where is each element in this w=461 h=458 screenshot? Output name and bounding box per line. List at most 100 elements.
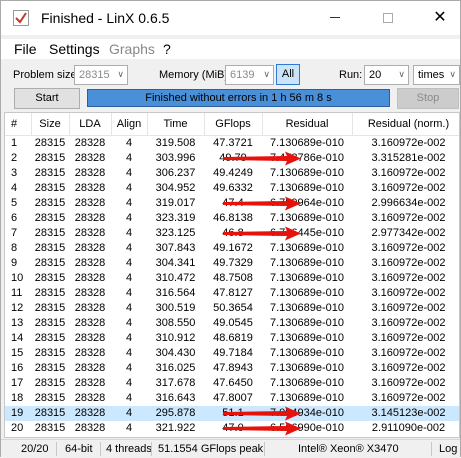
table-cell: 7.130689e-010 [269,167,344,179]
table-cell: 28328 [74,332,106,344]
table-cell: 7.130689e-010 [269,332,344,344]
table-cell: 12 [11,302,24,314]
close-button[interactable]: ✕ [425,7,455,29]
table-cell: 28328 [74,227,106,239]
table-cell: 304.952 [155,182,196,194]
table-cell: 7.130689e-010 [269,257,344,269]
table-cell: 7.130689e-010 [269,347,344,359]
footer-log[interactable]: Log : [439,443,461,455]
results-table[interactable]: # Size LDA Align Time GFlops Residual Re… [4,112,460,438]
table-cell: 19 [5,406,31,421]
table-cell: 323.319 [155,212,196,224]
table-cell: 28315 [34,272,66,284]
table-cell: 3.160972e-002 [371,332,446,344]
footer-separator [151,442,152,456]
run-count-combo[interactable]: 20 ∨ [364,65,409,85]
title-bar[interactable]: Finished - LinX 0.6.5 ✕ [1,1,460,35]
table-cell: 4 [125,167,133,179]
table-cell: 3.160972e-002 [371,182,446,194]
table-row[interactable]: 12 28315 28328 4 300.519 50.3654 7.130689e-010… [5,301,459,316]
window-title: Finished - LinX 0.6.5 [41,10,170,26]
table-row[interactable]: 7 28315 28328 4 323.125 46.8 6.716445e-010 2.97… [5,226,459,241]
footer-progress: 20/20 [21,443,49,455]
chevron-down-icon: ∨ [449,69,456,79]
table-row[interactable]: 6 28315 28328 4 323.319 46.8138 7.130689e-010 3… [5,211,459,226]
col-header-residual[interactable]: Residual [262,113,353,136]
table-cell: 308.550 [155,317,196,329]
table-cell: 7.130689e-010 [269,182,344,194]
memory-combo[interactable]: 6139 ∨ [225,65,274,85]
col-header-lda[interactable]: LDA [69,113,112,136]
run-unit-combo[interactable]: times ∨ [413,65,460,85]
table-cell: 49.7329 [213,257,253,269]
table-row[interactable]: 10 28315 28328 4 310.472 48.7508 7.130689e-010… [5,271,459,286]
table-row[interactable]: 1 28315 28328 4 319.508 47.3721 7.130689e-010 3… [5,136,459,152]
table-cell: 4 [125,302,133,314]
table-cell: 28328 [74,197,106,209]
menu-help[interactable]: ? [163,41,171,57]
table-cell: 28315 [34,137,66,149]
table-row[interactable]: 18 28315 28328 4 316.643 47.8007 7.130689e-010… [5,391,459,406]
table-row[interactable]: 2 28315 28328 4 303.996 49.79 7.478786e-010 3.3… [5,151,459,166]
menu-settings[interactable]: Settings [49,41,100,57]
table-cell: 4 [125,332,133,344]
table-cell: 28328 [74,137,106,149]
table-cell: 28328 [74,377,106,389]
maximize-button[interactable] [373,7,403,29]
table-header-row: # Size LDA Align Time GFlops Residual Re… [5,113,459,136]
table-cell: 7.130689e-010 [269,362,344,374]
table-row[interactable]: 14 28315 28328 4 310.912 48.6819 7.130689e-010… [5,331,459,346]
col-header-gflops[interactable]: GFlops [204,113,263,136]
table-cell: 4 [125,272,133,284]
footer-separator [431,442,432,456]
table-cell: 20 [11,422,24,434]
table-cell: 49.6332 [213,182,253,194]
chevron-down-icon: ∨ [263,69,270,79]
table-cell: 51.1 [204,406,262,421]
col-header-align[interactable]: Align [111,113,148,136]
table-cell: 3.160972e-002 [371,317,446,329]
table-cell: 3.145123e-002 [352,406,459,421]
table-cell: 7.130689e-010 [269,287,344,299]
table-row[interactable]: 8 28315 28328 4 307.843 49.1672 7.130689e-010 3… [5,241,459,256]
run-label: Run: [339,69,363,81]
table-cell: 28315 [34,257,66,269]
table-cell: 47.0 [222,422,244,434]
problem-size-combo[interactable]: 28315 ∨ [74,65,128,85]
table-row[interactable]: 19 28315 28328 4 295.878 51.1 7.094934e-010 3.1… [5,406,459,421]
table-cell: 310.472 [155,272,196,284]
table-row[interactable]: 9 28315 28328 4 304.341 49.7329 7.130689e-010 3… [5,256,459,271]
table-row[interactable]: 13 28315 28328 4 308.550 49.0545 7.130689e-010… [5,316,459,331]
table-row[interactable]: 15 28315 28328 4 304.430 49.7184 7.130689e-010… [5,346,459,361]
table-row[interactable]: 11 28315 28328 4 316.564 47.8127 7.130689e-010… [5,286,459,301]
table-cell: 28315 [34,197,66,209]
col-header-residual-norm[interactable]: Residual (norm.) [352,113,459,136]
table-row[interactable]: 3 28315 28328 4 306.237 49.4249 7.130689e-010 3… [5,166,459,181]
table-row[interactable]: 17 28315 28328 4 317.678 47.6450 7.130689e-010… [5,376,459,391]
col-header-time[interactable]: Time [147,113,205,136]
stop-button[interactable]: Stop [397,88,459,109]
table-row[interactable]: 5 28315 28328 4 319.017 47.4 6.759964e-010 2.99… [5,196,459,211]
minimize-button[interactable] [320,7,350,29]
table-cell: 4 [11,182,18,194]
menu-graphs[interactable]: Graphs [109,41,155,57]
table-cell: 4 [125,227,133,239]
table-cell: 8 [11,242,18,254]
all-memory-button[interactable]: All [276,64,300,85]
table-row[interactable]: 20 28315 28328 4 321.922 47.0 6.566990e-010 2.9… [5,421,459,436]
table-row[interactable]: 16 28315 28328 4 316.025 47.8943 7.130689e-010… [5,361,459,376]
table-cell: 47.4 [222,197,244,209]
table-cell: 4 [111,406,147,421]
col-header-size[interactable]: Size [31,113,70,136]
table-cell: 4 [125,152,133,164]
start-button[interactable]: Start [14,88,80,109]
table-cell: 2.977342e-002 [371,227,446,239]
table-row[interactable]: 4 28315 28328 4 304.952 49.6332 7.130689e-010 3… [5,181,459,196]
col-header-index[interactable]: # [5,113,32,136]
table-cell: 7.478786e-010 [269,152,344,164]
table-cell: 28315 [34,212,66,224]
table-cell: 317.678 [155,377,196,389]
menu-file[interactable]: File [14,41,37,57]
app-check-icon [13,10,29,26]
table-cell: 3.160972e-002 [371,302,446,314]
